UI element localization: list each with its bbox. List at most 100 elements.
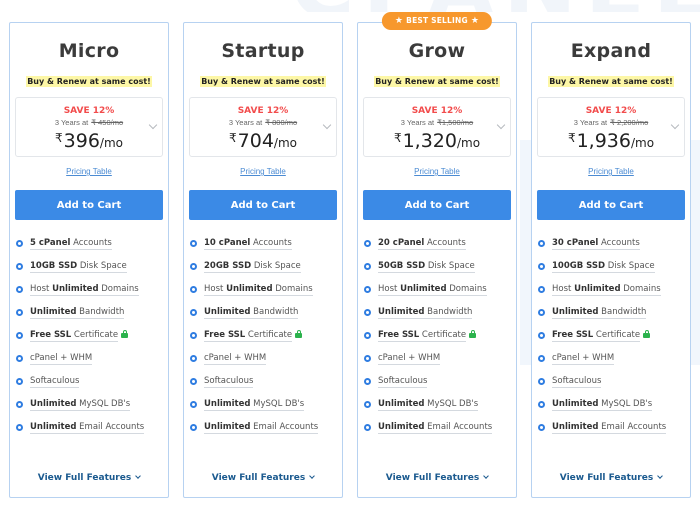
feature-text[interactable]: Host Unlimited Domains xyxy=(204,284,313,296)
view-full-label: View Full Features xyxy=(559,473,654,483)
feature-text[interactable]: Softaculous xyxy=(204,376,254,388)
feature-text[interactable]: Free SSL Certificate xyxy=(552,329,641,342)
feature-text[interactable]: Softaculous xyxy=(378,376,428,388)
feature-text[interactable]: cPanel + WHM xyxy=(552,353,615,365)
feature-text[interactable]: Softaculous xyxy=(552,376,602,388)
feature-text[interactable]: Unlimited Bandwidth xyxy=(204,306,299,319)
feature-text[interactable]: Unlimited Bandwidth xyxy=(30,307,125,319)
pricing-table-link[interactable]: Pricing Table xyxy=(588,167,634,176)
promo-text: Buy & Renew at same cost! xyxy=(200,76,326,87)
feature-text[interactable]: Unlimited MySQL DB's xyxy=(552,399,653,411)
feature-text[interactable]: Softaculous xyxy=(30,376,80,388)
arrow-circle-icon xyxy=(190,378,197,385)
feature-text[interactable]: 20GB SSD Disk Space xyxy=(204,261,301,273)
feature-text-post: Certificate xyxy=(419,329,467,340)
billing-term-selector[interactable]: SAVE 12% 3 Years at ₹ 450/mo ₹396/mo xyxy=(15,97,163,157)
feature-item: Host Unlimited Domains xyxy=(16,278,162,301)
term-label: 3 Years at xyxy=(228,118,263,127)
plan-price: ₹1,320/mo xyxy=(364,127,510,154)
feature-text[interactable]: Unlimited MySQL DB's xyxy=(204,399,305,411)
feature-text[interactable]: Unlimited Email Accounts xyxy=(204,422,319,434)
feature-text[interactable]: 50GB SSD Disk Space xyxy=(378,261,475,273)
feature-text[interactable]: 10GB SSD Disk Space xyxy=(30,261,127,273)
billing-term-selector[interactable]: SAVE 12% 3 Years at ₹ 2,200/mo ₹1,936/mo xyxy=(537,97,685,157)
feature-text-post: Email Accounts xyxy=(598,421,667,432)
feature-text[interactable]: 5 cPanel Accounts xyxy=(30,238,112,250)
feature-item: Host Unlimited Domains xyxy=(364,278,510,301)
billing-term-selector[interactable]: SAVE 12% 3 Years at ₹1,500/mo ₹1,320/mo xyxy=(363,97,511,157)
feature-text[interactable]: Unlimited MySQL DB's xyxy=(30,399,131,411)
view-full-features-link[interactable]: View Full Features xyxy=(532,473,690,483)
feature-item: cPanel + WHM xyxy=(538,347,684,370)
feature-text-bold: Unlimited xyxy=(204,306,251,317)
feature-item: Unlimited Email Accounts xyxy=(190,416,336,439)
feature-item: cPanel + WHM xyxy=(16,347,162,370)
feature-text[interactable]: Unlimited Bandwidth xyxy=(552,307,647,319)
pricing-table-link[interactable]: Pricing Table xyxy=(240,167,286,176)
feature-text-post: Domains xyxy=(272,283,313,294)
arrow-circle-icon xyxy=(190,355,197,362)
arrow-circle-icon xyxy=(190,332,197,339)
pricing-table-link[interactable]: Pricing Table xyxy=(66,167,112,176)
feature-text-post: Disk Space xyxy=(251,260,301,271)
feature-text[interactable]: 30 cPanel Accounts xyxy=(552,238,640,250)
add-to-cart-button[interactable]: Add to Cart xyxy=(189,190,337,220)
feature-text[interactable]: Unlimited Email Accounts xyxy=(552,421,667,434)
add-to-cart-button[interactable]: Add to Cart xyxy=(537,190,685,220)
feature-text[interactable]: Unlimited Bandwidth xyxy=(378,307,473,319)
feature-text[interactable]: Host Unlimited Domains xyxy=(378,284,487,296)
price-value: 1,936 xyxy=(576,130,631,152)
save-percent: SAVE 12% xyxy=(411,106,463,116)
plan-name: Micro xyxy=(58,40,120,62)
feature-text[interactable]: 20 cPanel Accounts xyxy=(378,238,466,250)
billing-term-selector[interactable]: SAVE 12% 3 Years at ₹ 800/mo ₹704/mo xyxy=(189,97,337,157)
save-percent: SAVE 12% xyxy=(63,106,115,116)
feature-text[interactable]: Free SSL Certificate xyxy=(378,329,467,342)
plan-price: ₹1,936/mo xyxy=(538,127,684,154)
arrow-circle-icon xyxy=(538,355,545,362)
term-text: 3 Years at ₹ 800/mo xyxy=(190,118,336,127)
promo-text: Buy & Renew at same cost! xyxy=(548,76,674,87)
feature-item: cPanel + WHM xyxy=(190,347,336,370)
feature-item: Free SSL Certificate xyxy=(16,324,162,347)
arrow-circle-icon xyxy=(16,309,23,316)
feature-text[interactable]: Unlimited Email Accounts xyxy=(378,422,493,434)
feature-text[interactable]: cPanel + WHM xyxy=(378,353,441,365)
feature-text[interactable]: Unlimited Email Accounts xyxy=(30,422,145,434)
feature-text-post: Domains xyxy=(446,283,487,294)
plan-price: ₹396/mo xyxy=(16,127,162,154)
feature-text[interactable]: cPanel + WHM xyxy=(30,353,93,365)
view-full-features-link[interactable]: View Full Features xyxy=(10,473,168,483)
arrow-circle-icon xyxy=(190,309,197,316)
view-full-features-link[interactable]: View Full Features xyxy=(358,473,516,483)
feature-text[interactable]: cPanel + WHM xyxy=(204,353,267,365)
pricing-table-link[interactable]: Pricing Table xyxy=(414,167,460,176)
arrow-circle-icon xyxy=(16,424,23,431)
star-icon: ★ xyxy=(470,16,480,26)
feature-text[interactable]: 10 cPanel Accounts xyxy=(204,238,292,250)
original-price: ₹ 2,200/mo xyxy=(610,118,649,127)
add-to-cart-button[interactable]: Add to Cart xyxy=(15,190,163,220)
view-full-label: View Full Features xyxy=(37,473,132,483)
feature-text[interactable]: 100GB SSD Disk Space xyxy=(552,261,655,273)
feature-text-post: Disk Space xyxy=(77,260,127,271)
feature-text[interactable]: Free SSL Certificate xyxy=(30,329,119,342)
feature-text[interactable]: Unlimited MySQL DB's xyxy=(378,399,479,411)
add-to-cart-button[interactable]: Add to Cart xyxy=(363,190,511,220)
original-price: ₹ 450/mo xyxy=(91,118,124,127)
feature-item: Host Unlimited Domains xyxy=(538,278,684,301)
feature-text[interactable]: Host Unlimited Domains xyxy=(552,284,661,296)
view-full-features-link[interactable]: View Full Features xyxy=(184,473,342,483)
price-period: /mo xyxy=(99,136,123,150)
plan-card-startup: Startup Buy & Renew at same cost! SAVE 1… xyxy=(183,22,343,498)
feature-text-bold: Free SSL xyxy=(204,329,246,340)
feature-item: Softaculous xyxy=(190,370,336,393)
feature-text[interactable]: Host Unlimited Domains xyxy=(30,284,139,296)
feature-text-post: Certificate xyxy=(593,329,641,340)
chevron-down-icon xyxy=(483,473,490,479)
feature-text[interactable]: Free SSL Certificate xyxy=(204,329,293,342)
feature-text-post: Domains xyxy=(98,283,139,294)
arrow-circle-icon xyxy=(16,332,23,339)
feature-text-bold: Free SSL xyxy=(30,329,72,340)
term-label: 3 Years at xyxy=(400,118,435,127)
